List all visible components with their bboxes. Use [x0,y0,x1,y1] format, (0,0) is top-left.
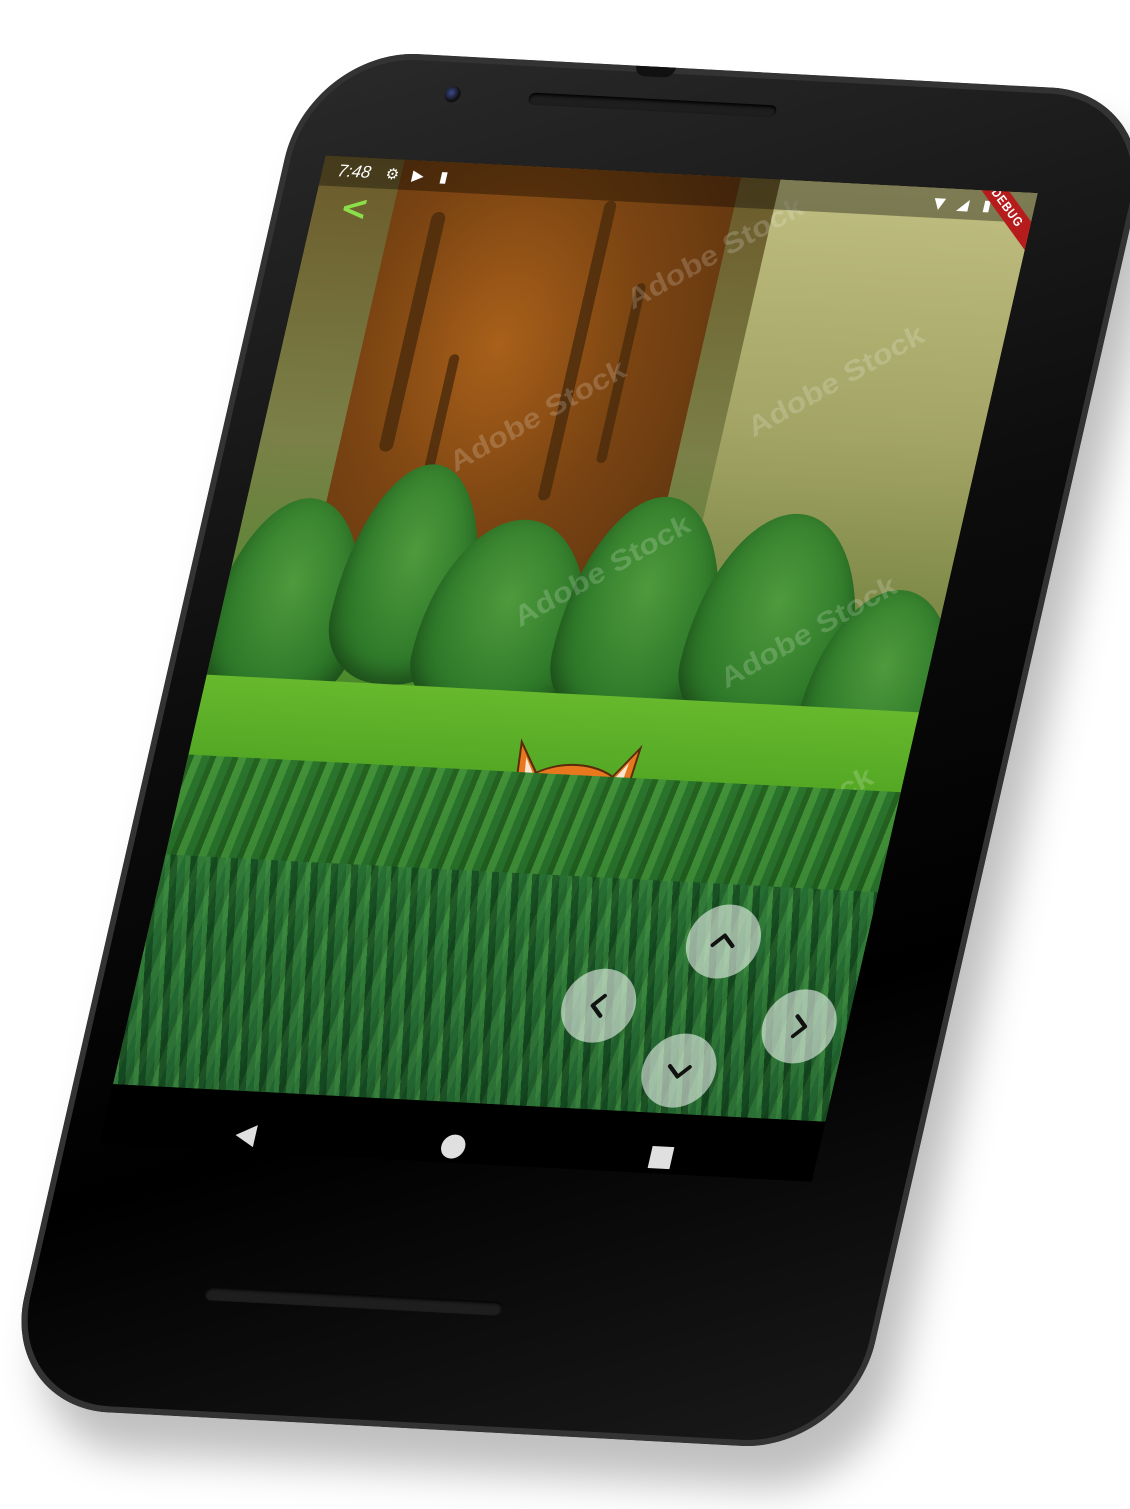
grass-front [113,854,878,1122]
bottom-speaker [203,1286,504,1316]
triangle-back-icon[interactable] [228,1121,262,1150]
circle-home-icon[interactable] [436,1132,470,1161]
stage: Adobe Stock Adobe Stock Adobe Stock Adob… [0,0,1130,1509]
wifi-icon: ▼ [931,193,948,213]
game-scene: Adobe Stock Adobe Stock Adobe Stock Adob… [113,155,1038,1122]
sd-card-icon: ▮ [437,167,450,187]
chevron-right-icon [790,1014,808,1039]
status-time: 7:48 [335,161,373,182]
play-shield-icon: ▶ [410,166,426,185]
front-camera [442,85,463,103]
chevron-left-icon: < [335,187,374,230]
chevron-left-icon [590,993,607,1018]
earpiece-speaker [527,92,778,118]
gear-icon: ⚙ [383,164,402,184]
signal-icon: ◢ [955,194,971,214]
status-icons-left: ⚙ ▶ ▮ [383,164,454,187]
square-recents-icon[interactable] [644,1143,678,1172]
chevron-down-icon [667,1064,692,1079]
phone-frame: Adobe Stock Adobe Stock Adobe Stock Adob… [0,48,1130,1452]
phone-screen: Adobe Stock Adobe Stock Adobe Stock Adob… [99,155,1038,1182]
chevron-up-icon [710,933,735,949]
phone-notch [634,65,676,78]
back-button[interactable]: < [334,187,375,230]
